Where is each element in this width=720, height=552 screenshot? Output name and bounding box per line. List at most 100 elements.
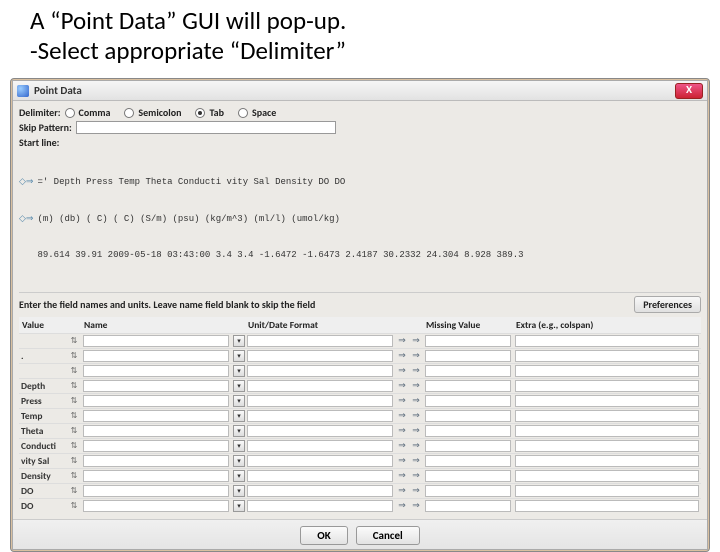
name-input[interactable]: [83, 485, 229, 497]
reorder-icon[interactable]: ⇅: [67, 456, 81, 466]
unit-input[interactable]: [247, 440, 393, 452]
missing-value-input[interactable]: [425, 470, 511, 482]
close-button[interactable]: X: [675, 83, 703, 99]
extra-input[interactable]: [515, 365, 699, 377]
hand-icon[interactable]: ⇒: [397, 426, 407, 436]
extra-input[interactable]: [515, 335, 699, 347]
reorder-icon[interactable]: ⇅: [67, 381, 81, 391]
unit-input[interactable]: [247, 410, 393, 422]
hand-icon[interactable]: ⇒: [397, 411, 407, 421]
hand-icon[interactable]: ⇒: [411, 426, 421, 436]
hand-icon[interactable]: ⇒: [397, 381, 407, 391]
extra-input[interactable]: [515, 395, 699, 407]
name-input[interactable]: [83, 350, 229, 362]
missing-value-input[interactable]: [425, 485, 511, 497]
cancel-button[interactable]: Cancel: [356, 526, 420, 545]
unit-input[interactable]: [247, 335, 393, 347]
extra-input[interactable]: [515, 410, 699, 422]
extra-input[interactable]: [515, 350, 699, 362]
name-dropdown[interactable]: ▾: [233, 485, 245, 497]
unit-input[interactable]: [247, 365, 393, 377]
hand-icon[interactable]: ⇒: [411, 351, 421, 361]
reorder-icon[interactable]: ⇅: [67, 441, 81, 451]
missing-value-input[interactable]: [425, 335, 511, 347]
hand-icon[interactable]: ⇒: [411, 396, 421, 406]
unit-input[interactable]: [247, 485, 393, 497]
name-input[interactable]: [83, 335, 229, 347]
missing-value-input[interactable]: [425, 395, 511, 407]
name-dropdown[interactable]: ▾: [233, 380, 245, 392]
extra-input[interactable]: [515, 470, 699, 482]
reorder-icon[interactable]: ⇅: [67, 336, 81, 346]
hand-icon[interactable]: ⇒: [397, 351, 407, 361]
extra-input[interactable]: [515, 380, 699, 392]
unit-input[interactable]: [247, 350, 393, 362]
extra-input[interactable]: [515, 440, 699, 452]
unit-input[interactable]: [247, 455, 393, 467]
hand-icon[interactable]: ⇒: [397, 486, 407, 496]
name-dropdown[interactable]: ▾: [233, 410, 245, 422]
missing-value-input[interactable]: [425, 440, 511, 452]
hand-icon[interactable]: ⇒: [397, 501, 407, 511]
missing-value-input[interactable]: [425, 365, 511, 377]
hand-icon[interactable]: ⇒: [397, 456, 407, 466]
hand-icon[interactable]: ⇒: [411, 501, 421, 511]
reorder-icon[interactable]: ⇅: [67, 426, 81, 436]
reorder-icon[interactable]: ⇅: [67, 471, 81, 481]
radio-tab[interactable]: [195, 108, 205, 118]
extra-input[interactable]: [515, 485, 699, 497]
ok-button[interactable]: OK: [300, 526, 347, 545]
hand-icon[interactable]: ⇒: [397, 366, 407, 376]
unit-input[interactable]: [247, 395, 393, 407]
missing-value-input[interactable]: [425, 455, 511, 467]
hand-icon[interactable]: ⇒: [397, 441, 407, 451]
hand-icon[interactable]: ⇒: [411, 336, 421, 346]
hand-icon[interactable]: ⇒: [397, 471, 407, 481]
name-input[interactable]: [83, 380, 229, 392]
missing-value-input[interactable]: [425, 425, 511, 437]
missing-value-input[interactable]: [425, 410, 511, 422]
missing-value-input[interactable]: [425, 500, 511, 512]
extra-input[interactable]: [515, 500, 699, 512]
extra-input[interactable]: [515, 425, 699, 437]
name-dropdown[interactable]: ▾: [233, 395, 245, 407]
name-dropdown[interactable]: ▾: [233, 440, 245, 452]
name-dropdown[interactable]: ▾: [233, 455, 245, 467]
hand-icon[interactable]: ⇒: [397, 336, 407, 346]
name-input[interactable]: [83, 395, 229, 407]
name-dropdown[interactable]: ▾: [233, 335, 245, 347]
name-input[interactable]: [83, 365, 229, 377]
name-dropdown[interactable]: ▾: [233, 470, 245, 482]
reorder-icon[interactable]: ⇅: [67, 501, 81, 511]
name-dropdown[interactable]: ▾: [233, 425, 245, 437]
preferences-button[interactable]: Preferences: [634, 296, 701, 313]
reorder-icon[interactable]: ⇅: [67, 396, 81, 406]
missing-value-input[interactable]: [425, 380, 511, 392]
name-input[interactable]: [83, 455, 229, 467]
skip-pattern-input[interactable]: [76, 121, 336, 134]
hand-icon[interactable]: ⇒: [411, 411, 421, 421]
name-input[interactable]: [83, 500, 229, 512]
hand-icon[interactable]: ⇒: [411, 486, 421, 496]
missing-value-input[interactable]: [425, 350, 511, 362]
name-input[interactable]: [83, 425, 229, 437]
name-input[interactable]: [83, 410, 229, 422]
hand-icon[interactable]: ⇒: [411, 441, 421, 451]
name-input[interactable]: [83, 440, 229, 452]
name-input[interactable]: [83, 470, 229, 482]
hand-icon[interactable]: ⇒: [411, 471, 421, 481]
hand-icon[interactable]: ⇒: [397, 396, 407, 406]
extra-input[interactable]: [515, 455, 699, 467]
unit-input[interactable]: [247, 425, 393, 437]
name-dropdown[interactable]: ▾: [233, 350, 245, 362]
unit-input[interactable]: [247, 380, 393, 392]
unit-input[interactable]: [247, 500, 393, 512]
radio-comma[interactable]: [65, 108, 75, 118]
reorder-icon[interactable]: ⇅: [67, 366, 81, 376]
unit-input[interactable]: [247, 470, 393, 482]
radio-space[interactable]: [238, 108, 248, 118]
reorder-icon[interactable]: ⇅: [67, 351, 81, 361]
reorder-icon[interactable]: ⇅: [67, 486, 81, 496]
name-dropdown[interactable]: ▾: [233, 500, 245, 512]
name-dropdown[interactable]: ▾: [233, 365, 245, 377]
